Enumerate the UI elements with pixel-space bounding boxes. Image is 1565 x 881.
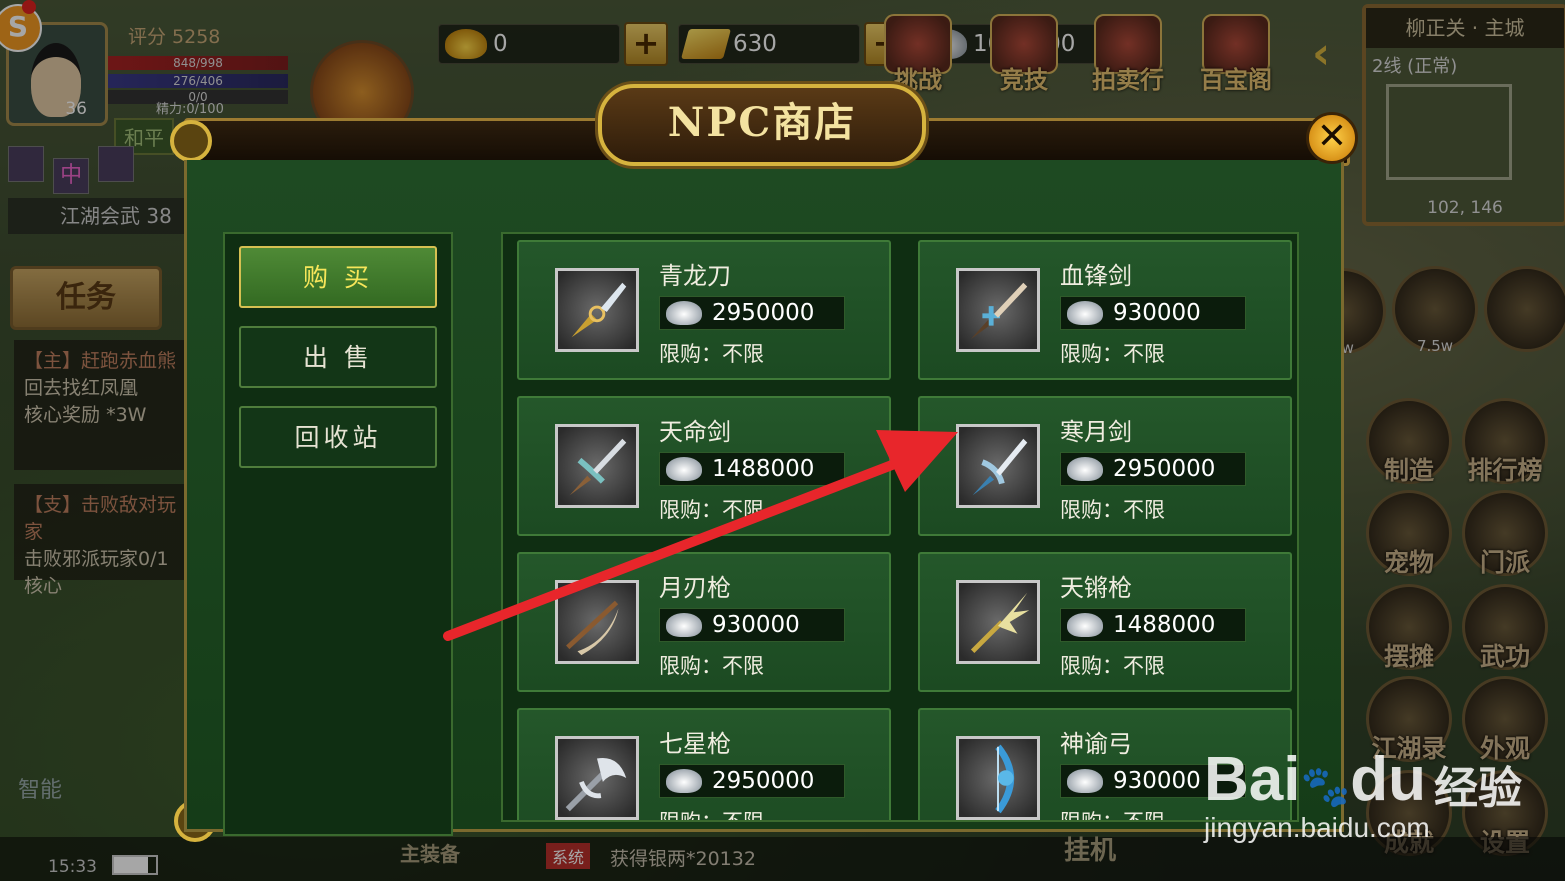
silver-coin-icon <box>1067 301 1103 325</box>
shop-item[interactable]: 七星枪 2950000 限购：不限 <box>517 708 891 822</box>
shop-item[interactable]: 天命剑 1488000 限购：不限 <box>517 396 891 536</box>
item-price: 1488000 <box>659 452 845 486</box>
watermark-brand: Bai🐾du <box>1204 744 1426 815</box>
shop-item[interactable]: 天锵枪 1488000 限购：不限 <box>918 552 1292 692</box>
silver-coin-icon <box>666 457 702 481</box>
item-price: 2950000 <box>659 296 845 330</box>
limit-prefix: 限购： <box>1060 654 1123 678</box>
limit-prefix: 限购： <box>659 810 722 822</box>
silver-coin-icon <box>1067 769 1103 793</box>
item-limit: 限购：不限 <box>1060 806 1165 822</box>
crescent-spear-icon <box>566 600 619 656</box>
shop-item[interactable]: 青龙刀 2950000 限购：不限 <box>517 240 891 380</box>
limit-value: 不限 <box>722 810 764 822</box>
item-name: 寒月剑 <box>1060 418 1132 446</box>
sword-icon <box>970 282 1028 340</box>
item-price-value: 1488000 <box>712 456 815 482</box>
sword-icon <box>972 438 1028 496</box>
shop-item[interactable]: 血锋剑 930000 限购：不限 <box>918 240 1292 380</box>
silver-coin-icon <box>666 769 702 793</box>
item-limit: 限购：不限 <box>1060 494 1165 524</box>
limit-prefix: 限购： <box>659 342 722 366</box>
item-name: 天命剑 <box>659 418 731 446</box>
item-limit: 限购：不限 <box>1060 338 1165 368</box>
silver-coin-icon <box>1067 457 1103 481</box>
close-icon[interactable]: ✕ <box>1306 112 1358 164</box>
bow-icon <box>995 744 1014 814</box>
item-slot[interactable] <box>555 268 639 352</box>
item-name: 青龙刀 <box>659 262 731 290</box>
item-price-value: 1488000 <box>1113 612 1216 638</box>
trident-icon <box>970 592 1030 653</box>
item-price-value: 930000 <box>712 612 800 638</box>
silver-coin-icon <box>1067 613 1103 637</box>
limit-value: 不限 <box>722 342 764 366</box>
item-price: 930000 <box>659 608 845 642</box>
limit-value: 不限 <box>1123 498 1165 522</box>
halberd-icon <box>565 757 627 812</box>
item-price-value: 930000 <box>1113 300 1201 326</box>
item-slot[interactable] <box>555 736 639 820</box>
shop-tabs: 购 买 出 售 回收站 <box>223 232 453 836</box>
limit-prefix: 限购： <box>659 654 722 678</box>
tab-sell[interactable]: 出 售 <box>239 326 437 388</box>
limit-prefix: 限购： <box>1060 342 1123 366</box>
item-list[interactable]: 青龙刀 2950000 限购：不限 血锋剑 930000 限购：不限 天命剑 1… <box>501 232 1299 822</box>
item-limit: 限购：不限 <box>659 650 764 680</box>
item-price: 2950000 <box>659 764 845 798</box>
shop-body: 购 买 出 售 回收站 青龙刀 2950000 限购：不限 血锋剑 930000… <box>184 160 1344 836</box>
item-name: 天锵枪 <box>1060 574 1132 602</box>
item-name: 七星枪 <box>659 730 731 758</box>
item-price-value: 2950000 <box>712 300 815 326</box>
silver-coin-icon <box>666 301 702 325</box>
item-limit: 限购：不限 <box>659 806 764 822</box>
item-price-value: 930000 <box>1113 768 1201 794</box>
watermark-jingyan: 经验 <box>1434 763 1522 814</box>
item-limit: 限购：不限 <box>659 494 764 524</box>
tab-recycle[interactable]: 回收站 <box>239 406 437 468</box>
limit-value: 不限 <box>722 654 764 678</box>
shop-title: NPC商店 <box>598 84 926 166</box>
item-slot[interactable] <box>555 580 639 664</box>
tab-buy[interactable]: 购 买 <box>239 246 437 308</box>
baidu-jingyan-watermark: Bai🐾du 经验 jingyan.baidu.com <box>1204 744 1554 854</box>
limit-value: 不限 <box>1123 342 1165 366</box>
limit-prefix: 限购： <box>1060 498 1123 522</box>
npc-shop-window: 购 买 出 售 回收站 青龙刀 2950000 限购：不限 血锋剑 930000… <box>170 84 1358 842</box>
item-name: 神谕弓 <box>1060 730 1132 758</box>
item-slot[interactable] <box>956 736 1040 820</box>
item-slot[interactable] <box>956 424 1040 508</box>
item-name: 月刃枪 <box>659 574 731 602</box>
item-limit: 限购：不限 <box>659 338 764 368</box>
limit-value: 不限 <box>722 498 764 522</box>
ornament-corner-icon <box>170 120 212 162</box>
watermark-brand-a: Bai <box>1204 745 1301 814</box>
shop-item[interactable]: 寒月剑 2950000 限购：不限 <box>918 396 1292 536</box>
item-slot[interactable] <box>956 580 1040 664</box>
item-slot[interactable] <box>555 424 639 508</box>
item-name: 血锋剑 <box>1060 262 1132 290</box>
paw-icon: 🐾 <box>1300 765 1351 809</box>
sword-icon <box>569 438 627 496</box>
blade-icon <box>571 282 627 338</box>
watermark-url: jingyan.baidu.com <box>1204 812 1430 843</box>
item-price: 2950000 <box>1060 452 1246 486</box>
silver-coin-icon <box>666 613 702 637</box>
item-price-value: 2950000 <box>1113 456 1216 482</box>
item-price: 1488000 <box>1060 608 1246 642</box>
shop-item[interactable]: 月刃枪 930000 限购：不限 <box>517 552 891 692</box>
item-slot[interactable] <box>956 268 1040 352</box>
item-limit: 限购：不限 <box>1060 650 1165 680</box>
item-price-value: 2950000 <box>712 768 815 794</box>
limit-prefix: 限购： <box>1060 810 1123 822</box>
watermark-brand-b: du <box>1350 745 1427 814</box>
limit-value: 不限 <box>1123 654 1165 678</box>
item-price: 930000 <box>1060 296 1246 330</box>
limit-prefix: 限购： <box>659 498 722 522</box>
limit-value: 不限 <box>1123 810 1165 822</box>
